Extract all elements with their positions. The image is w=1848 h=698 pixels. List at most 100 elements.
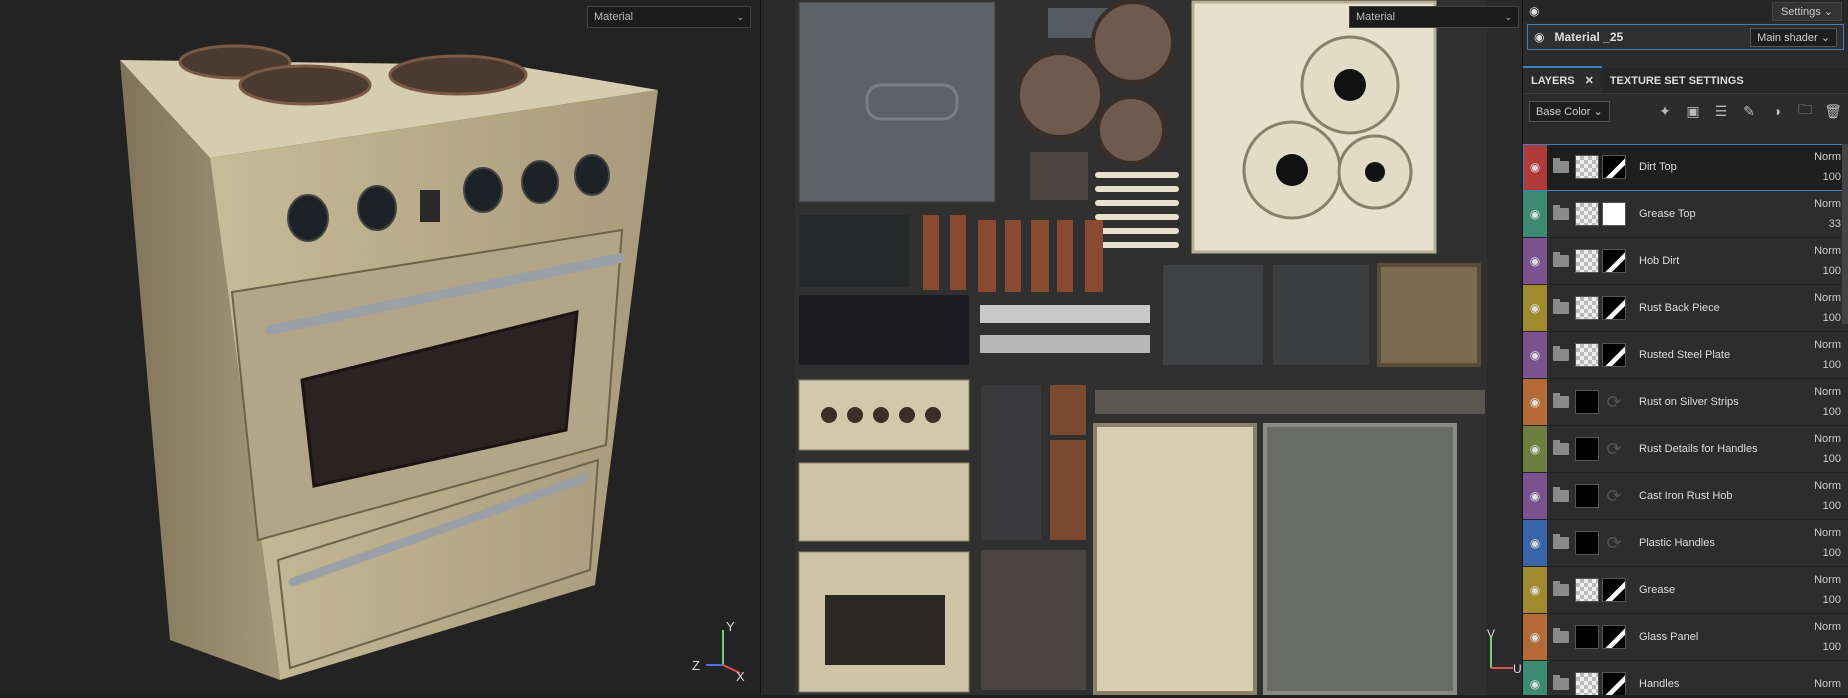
- layer-row[interactable]: ◉ ⟳ Rust on Silver Strips Norm 100: [1523, 379, 1848, 426]
- settings-dropdown[interactable]: Settings ⌄: [1771, 1, 1842, 21]
- blend-mode[interactable]: Norm: [1803, 147, 1841, 167]
- layer-blend-controls[interactable]: Norm: [1803, 674, 1848, 694]
- mask-thumbnail[interactable]: [1602, 296, 1626, 320]
- layer-row[interactable]: ◉ ⟳ Plastic Handles Norm 100: [1523, 520, 1848, 567]
- add-paint-icon[interactable]: ✎: [1740, 102, 1758, 120]
- add-layer-icon[interactable]: ☰: [1712, 102, 1730, 120]
- layer-thumbnail[interactable]: [1575, 531, 1599, 555]
- blend-mode[interactable]: Norm: [1803, 288, 1841, 308]
- layer-blend-controls[interactable]: Norm 100: [1803, 382, 1848, 422]
- layer-blend-controls[interactable]: Norm 100: [1803, 617, 1848, 657]
- add-folder-icon[interactable]: 🗀: [1796, 101, 1814, 120]
- layer-color-strip[interactable]: ◉: [1523, 520, 1547, 566]
- layer-opacity[interactable]: 100: [1803, 355, 1841, 375]
- layer-color-strip[interactable]: ◉: [1523, 426, 1547, 472]
- layer-row[interactable]: ◉ ⟳ Rust Details for Handles Norm 100: [1523, 426, 1848, 473]
- layer-color-strip[interactable]: ◉: [1523, 473, 1547, 519]
- layer-color-strip[interactable]: ◉: [1523, 191, 1547, 237]
- layer-opacity[interactable]: 100: [1803, 637, 1841, 657]
- layer-opacity[interactable]: 100: [1803, 496, 1841, 516]
- eye-icon[interactable]: ◉: [1530, 254, 1540, 268]
- eye-icon[interactable]: ◉: [1530, 160, 1540, 174]
- blend-mode[interactable]: Norm: [1803, 617, 1841, 637]
- add-fill-layer-icon[interactable]: ▣: [1684, 102, 1702, 120]
- mask-thumbnail[interactable]: ⟳: [1602, 484, 1626, 508]
- mask-thumbnail[interactable]: [1602, 672, 1626, 695]
- eye-icon[interactable]: ◉: [1530, 630, 1540, 644]
- blend-mode[interactable]: Norm: [1803, 674, 1841, 694]
- layer-row[interactable]: ◉ Dirt Top Norm 100: [1523, 144, 1848, 191]
- layer-opacity[interactable]: 100: [1803, 261, 1841, 281]
- layer-color-strip[interactable]: ◉: [1523, 614, 1547, 660]
- mask-thumbnail[interactable]: ⟳: [1602, 390, 1626, 414]
- shader-dropdown[interactable]: Main shader ⌄: [1750, 27, 1837, 47]
- blend-mode[interactable]: Norm: [1803, 476, 1841, 496]
- layer-thumbnail[interactable]: [1575, 343, 1599, 367]
- close-icon[interactable]: ✕: [1585, 74, 1594, 87]
- blend-mode[interactable]: Norm: [1803, 241, 1841, 261]
- eye-icon[interactable]: ◉: [1530, 442, 1540, 456]
- mask-thumbnail[interactable]: [1602, 202, 1626, 226]
- viewport-2d[interactable]: Material ⌄ V U: [760, 0, 1522, 695]
- layer-opacity[interactable]: 100: [1803, 449, 1841, 469]
- layer-thumbnail[interactable]: [1575, 249, 1599, 273]
- layer-thumbnail[interactable]: [1575, 625, 1599, 649]
- eye-icon[interactable]: ◉: [1530, 395, 1540, 409]
- layer-thumbnail[interactable]: [1575, 296, 1599, 320]
- viewport-3d[interactable]: Material ⌄ Y Z X: [0, 0, 760, 695]
- blend-mode[interactable]: Norm: [1803, 570, 1841, 590]
- layer-color-strip[interactable]: ◉: [1523, 332, 1547, 378]
- mask-thumbnail[interactable]: ⟳: [1602, 437, 1626, 461]
- mask-thumbnail[interactable]: [1602, 155, 1626, 179]
- layer-blend-controls[interactable]: Norm 100: [1803, 523, 1848, 563]
- layer-blend-controls[interactable]: Norm 100: [1803, 476, 1848, 516]
- magic-wand-icon[interactable]: ✦: [1656, 102, 1674, 120]
- layer-thumbnail[interactable]: [1575, 578, 1599, 602]
- layer-opacity[interactable]: 100: [1803, 543, 1841, 563]
- blend-mode[interactable]: Norm: [1803, 382, 1841, 402]
- delete-icon[interactable]: 🗑: [1824, 102, 1842, 120]
- layer-color-strip[interactable]: ◉: [1523, 285, 1547, 331]
- layer-opacity[interactable]: 100: [1803, 402, 1841, 422]
- blend-mode[interactable]: Norm: [1803, 194, 1841, 214]
- layer-blend-controls[interactable]: Norm 100: [1803, 570, 1848, 610]
- layer-color-strip[interactable]: ◉: [1523, 144, 1547, 190]
- layer-color-strip[interactable]: ◉: [1523, 567, 1547, 613]
- layer-color-strip[interactable]: ◉: [1523, 238, 1547, 284]
- viewport-2d-mode-dropdown[interactable]: Material ⌄: [1349, 6, 1519, 28]
- layer-row[interactable]: ◉ Glass Panel Norm 100: [1523, 614, 1848, 661]
- layer-thumbnail[interactable]: [1575, 155, 1599, 179]
- eye-icon[interactable]: ◉: [1530, 489, 1540, 503]
- blend-mode[interactable]: Norm: [1803, 523, 1841, 543]
- layer-row[interactable]: ◉ Hob Dirt Norm 100: [1523, 238, 1848, 285]
- layer-opacity[interactable]: 100: [1803, 308, 1841, 328]
- layer-color-strip[interactable]: ◉: [1523, 661, 1547, 695]
- eye-icon[interactable]: ◉: [1530, 536, 1540, 550]
- layer-thumbnail[interactable]: [1575, 437, 1599, 461]
- eye-icon[interactable]: ◉: [1530, 583, 1540, 597]
- channel-select[interactable]: Base Color ⌄: [1529, 100, 1610, 122]
- blend-mode[interactable]: Norm: [1803, 335, 1841, 355]
- tab-layers[interactable]: LAYERS ✕: [1523, 66, 1602, 93]
- layer-thumbnail[interactable]: [1575, 484, 1599, 508]
- add-effect-icon[interactable]: ◑: [1768, 102, 1786, 120]
- mask-thumbnail[interactable]: [1602, 343, 1626, 367]
- eye-icon[interactable]: ◉: [1530, 301, 1540, 315]
- layer-row[interactable]: ◉ Rusted Steel Plate Norm 100: [1523, 332, 1848, 379]
- eye-icon[interactable]: ◉: [1534, 30, 1544, 44]
- mask-thumbnail[interactable]: [1602, 578, 1626, 602]
- layer-blend-controls[interactable]: Norm 100: [1803, 429, 1848, 469]
- layer-row[interactable]: ◉ Rust Back Piece Norm 100: [1523, 285, 1848, 332]
- layer-blend-controls[interactable]: Norm 100: [1803, 335, 1848, 375]
- eye-icon[interactable]: ◉: [1530, 677, 1540, 691]
- eye-icon[interactable]: ◉: [1530, 207, 1540, 221]
- layer-color-strip[interactable]: ◉: [1523, 379, 1547, 425]
- layer-opacity[interactable]: 33: [1803, 214, 1841, 234]
- mask-thumbnail[interactable]: ⟳: [1602, 531, 1626, 555]
- texture-set-row[interactable]: ◉ Material _25 Main shader ⌄: [1527, 24, 1844, 50]
- layer-thumbnail[interactable]: [1575, 672, 1599, 695]
- layer-row[interactable]: ◉ ⟳ Cast Iron Rust Hob Norm 100: [1523, 473, 1848, 520]
- layer-row[interactable]: ◉ Grease Norm 100: [1523, 567, 1848, 614]
- mask-thumbnail[interactable]: [1602, 249, 1626, 273]
- layer-thumbnail[interactable]: [1575, 202, 1599, 226]
